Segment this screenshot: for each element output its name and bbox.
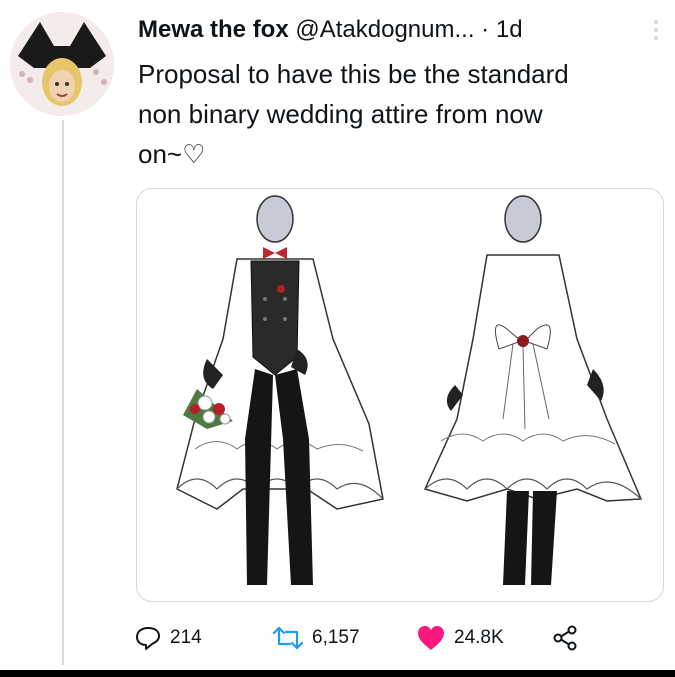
back-figure <box>423 195 643 585</box>
avatar[interactable] <box>10 12 114 116</box>
reply-button[interactable]: 214 <box>134 618 202 658</box>
retweet-button[interactable]: 6,157 <box>272 618 360 658</box>
user-handle[interactable]: @Atakdognum... <box>295 16 474 43</box>
bottom-edge <box>0 670 675 677</box>
timestamp[interactable]: 1d <box>496 16 523 43</box>
front-figure <box>176 195 384 585</box>
reply-icon <box>136 627 160 650</box>
tweet-text: Proposal to have this be the standard no… <box>138 59 569 169</box>
more-options-icon[interactable] <box>650 10 662 50</box>
tweet-media[interactable] <box>136 188 664 602</box>
time-separator: · <box>481 16 490 43</box>
avatar-icon <box>10 12 114 116</box>
display-name[interactable]: Mewa the fox <box>138 16 289 43</box>
share-button[interactable] <box>552 618 580 658</box>
thread-line <box>62 120 64 665</box>
wedding-outfit-illustration-icon <box>176 195 643 585</box>
like-count: 24.8K <box>454 627 504 648</box>
share-icon <box>553 625 577 651</box>
tweet-header: Mewa the fox @Atakdognum... · 1d <box>138 10 668 50</box>
tweet-actions: 214 6,157 24.8K <box>134 618 654 658</box>
heart-icon <box>418 626 444 650</box>
like-button[interactable]: 24.8K <box>416 618 504 658</box>
retweet-icon <box>272 626 304 650</box>
retweet-count: 6,157 <box>312 627 360 648</box>
reply-count: 214 <box>170 627 202 648</box>
